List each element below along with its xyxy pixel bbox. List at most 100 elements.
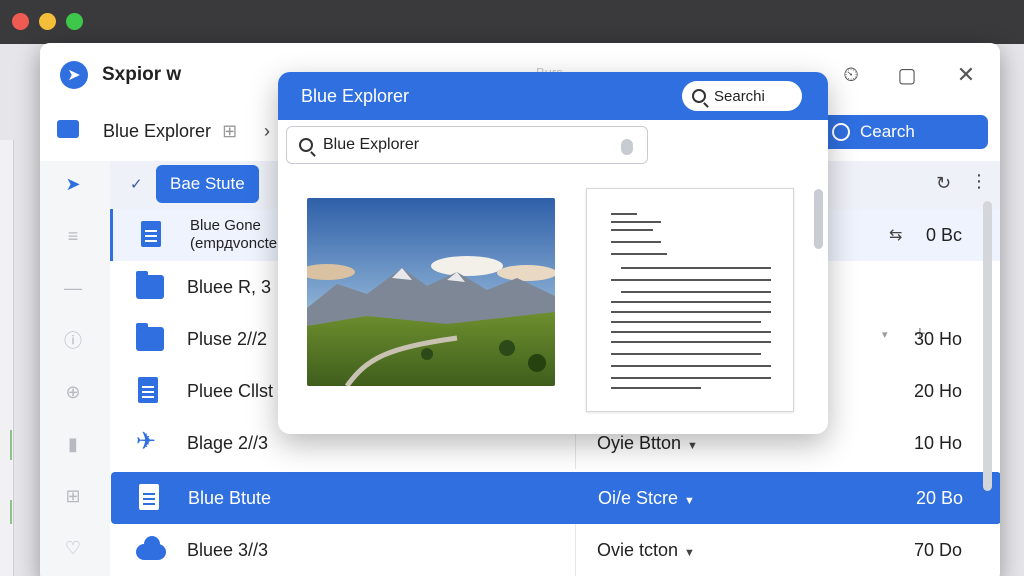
- background-line: [10, 500, 12, 524]
- row-name: Blage 2//3: [187, 433, 269, 453]
- row-size: 70 Do: [913, 540, 962, 560]
- chevron-right-icon[interactable]: ›: [264, 121, 270, 142]
- search-button-label: Cearch: [860, 122, 915, 141]
- column-divider: [575, 524, 576, 576]
- search-popup: Blue Explorer Searchi Blue Explorer: [278, 72, 828, 434]
- row-size: 20 Ho: [913, 381, 962, 401]
- row-name-line: (empдvoncte: [190, 235, 278, 252]
- search-icon: [832, 123, 850, 141]
- doc-text-line: [611, 253, 667, 255]
- caret-icon: ▼: [684, 547, 695, 559]
- menu-icon[interactable]: ≡: [60, 223, 86, 249]
- refresh-icon[interactable]: ↻: [936, 173, 951, 194]
- popup-search-value: Blue Explorer: [323, 136, 420, 153]
- row-kind: Ovie tcton: [597, 540, 679, 560]
- minimize-window-button[interactable]: [39, 13, 56, 30]
- caret-icon: ▼: [684, 495, 695, 507]
- doc-text-line: [621, 291, 771, 293]
- row-kind: Oi/e Stcre: [598, 488, 679, 508]
- file-icon[interactable]: ▮: [60, 431, 86, 457]
- row-kind-dropdown[interactable]: Oi/e Stcre ▼: [598, 488, 695, 509]
- document-thumbnail[interactable]: [586, 188, 794, 412]
- close-icon[interactable]: ✕: [952, 61, 980, 89]
- left-nav: ➤ ≡ — ⓘ ⊕ ▮ ⊞ ♡: [40, 161, 110, 576]
- doc-icon: [141, 221, 161, 247]
- row-name: Bluee 3//3: [187, 540, 269, 560]
- history-icon[interactable]: ⏲: [837, 61, 865, 89]
- mic-icon[interactable]: [621, 139, 633, 155]
- doc-text-line: [611, 279, 771, 281]
- app-logo-icon: ➤: [60, 61, 88, 89]
- row-name: Pluse 2//2: [187, 329, 268, 349]
- doc-text-line: [611, 377, 771, 379]
- divider-icon: —: [64, 277, 82, 298]
- doc-text-line: [621, 267, 771, 269]
- landscape-image-thumbnail[interactable]: [307, 198, 555, 386]
- search-icon: [692, 89, 706, 103]
- table-row[interactable]: Bluee 3//3 Ovie tcton ▼ 70 Do: [110, 524, 1000, 576]
- globe-icon[interactable]: ⊕: [60, 379, 86, 405]
- search-button[interactable]: Cearch: [820, 115, 988, 149]
- folder-icon: [57, 120, 79, 138]
- doc-text-line: [611, 331, 771, 333]
- doc-text-line: [611, 353, 761, 355]
- plane-icon: ✈: [136, 428, 157, 455]
- doc-text-line: [611, 387, 701, 389]
- cloud-icon: [136, 536, 166, 560]
- doc-text-line: [611, 229, 653, 231]
- doc-text-line: [611, 341, 771, 343]
- row-name-line: Blue Gone: [190, 217, 261, 234]
- doc-text-line: [611, 301, 771, 303]
- row-kind-dropdown[interactable]: Ovie tcton ▼: [597, 540, 695, 561]
- popup-search-label: Searchi: [714, 87, 765, 105]
- sort-icon[interactable]: ⇆: [889, 225, 902, 245]
- list-scrollbar[interactable]: [983, 201, 992, 491]
- heart-icon[interactable]: ♡: [60, 535, 86, 561]
- doc-text-line: [611, 311, 771, 313]
- close-window-button[interactable]: [12, 13, 29, 30]
- background-window-strip: [0, 140, 14, 576]
- info-icon[interactable]: ⓘ: [60, 327, 86, 353]
- copy-icon[interactable]: ▢: [893, 61, 921, 89]
- row-name: Blue Gone (empдvoncte: [190, 217, 277, 253]
- zoom-window-button[interactable]: [66, 13, 83, 30]
- row-name: Bluee R, 3: [187, 277, 272, 297]
- row-name: Pluee Cllst: [187, 381, 274, 401]
- nav-home-icon[interactable]: ➤: [60, 171, 86, 197]
- doc-text-line: [611, 365, 771, 367]
- mac-titlebar: [0, 0, 1024, 44]
- popup-scrollbar[interactable]: [814, 189, 823, 249]
- row-size: 20 Bo: [915, 488, 963, 508]
- doc-text-line: [611, 241, 661, 243]
- background-line: [10, 430, 12, 460]
- row-kind-dropdown[interactable]: Oyie Btton ▼: [597, 433, 698, 454]
- table-row-selected[interactable]: Blue Btute Oi/e Stcre ▼ 20 Bo: [111, 472, 1000, 524]
- app-title: Sxpior w: [102, 64, 182, 85]
- popup-search-button[interactable]: Searchi: [682, 81, 802, 111]
- row-size: 10 Ho: [913, 433, 962, 453]
- row-size: 0 Bc: [925, 225, 962, 245]
- doc-text-line: [611, 221, 661, 223]
- doc-icon: [138, 377, 158, 403]
- row-size: 30 Ho: [913, 329, 962, 349]
- landscape-image: [307, 198, 555, 386]
- expand-toggle[interactable]: ✓: [130, 175, 143, 193]
- breadcrumb-label: Blue Explorer: [103, 121, 212, 141]
- popup-title: Blue Explorer: [301, 86, 410, 106]
- folder-icon: [136, 271, 164, 299]
- doc-text-line: [611, 321, 761, 323]
- search-icon: [299, 138, 313, 152]
- view-pill-button[interactable]: Bae Stute: [156, 165, 259, 203]
- row-kind: Oyie Btton: [597, 433, 682, 453]
- row-name: Blue Btute: [188, 488, 272, 508]
- popup-header: Blue Explorer Searchi: [278, 72, 828, 120]
- caret-icon: ▼: [687, 440, 698, 452]
- breadcrumb-suffix: ⊞: [222, 121, 238, 141]
- breadcrumb[interactable]: Blue Explorer ⊞: [103, 121, 237, 142]
- doc-text-line: [611, 213, 637, 215]
- popup-search-input[interactable]: Blue Explorer: [286, 126, 648, 164]
- folder-icon: [136, 323, 164, 351]
- grid-icon[interactable]: ⊞: [60, 483, 86, 509]
- more-icon[interactable]: ⋮: [970, 171, 988, 192]
- doc-icon: [139, 484, 159, 510]
